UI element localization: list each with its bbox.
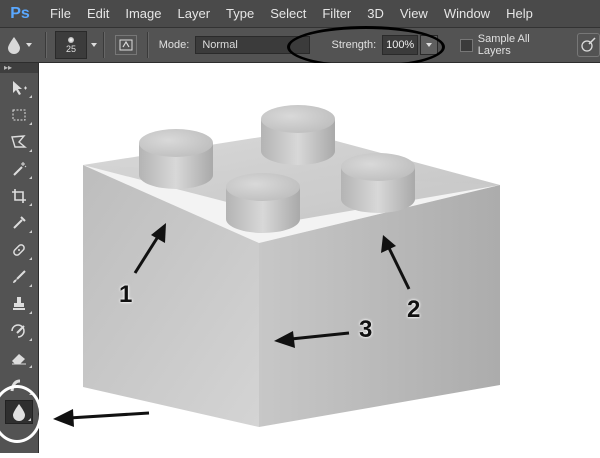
strength-highlight-oval: [287, 26, 445, 68]
tool-group-indicator: [29, 95, 32, 98]
sample-all-layers-checkbox[interactable]: [460, 38, 473, 52]
menu-select[interactable]: Select: [262, 0, 314, 27]
healing-brush-icon[interactable]: [5, 238, 33, 262]
step-label-2: 2: [407, 296, 421, 323]
chevron-down-icon: [26, 43, 33, 47]
menu-file[interactable]: File: [42, 0, 79, 27]
document-canvas[interactable]: 1 2 3: [39, 63, 600, 453]
divider: [146, 32, 149, 58]
brush-tool-icon[interactable]: [5, 265, 33, 289]
step-label-1: 1: [119, 281, 133, 308]
tool-group-indicator: [29, 257, 32, 260]
stud: [261, 105, 335, 165]
stud: [341, 153, 415, 213]
eraser-icon[interactable]: [5, 346, 33, 370]
tool-group-indicator: [29, 284, 32, 287]
chevron-down-icon[interactable]: [91, 43, 98, 47]
tool-group-indicator: [29, 230, 32, 233]
lasso-tool-icon[interactable]: [5, 130, 33, 154]
brush-panel-toggle[interactable]: [115, 35, 137, 55]
tool-group-indicator: [29, 149, 32, 152]
step-label-3: 3: [359, 316, 373, 343]
tool-group-indicator: [29, 311, 32, 314]
menu-type[interactable]: Type: [218, 0, 262, 27]
mode-label: Mode:: [158, 39, 190, 51]
tool-group-indicator: [29, 338, 32, 341]
blur-drop-icon: [8, 37, 21, 54]
menu-3d[interactable]: 3D: [359, 0, 392, 27]
lego-brick-illustration: [53, 105, 500, 427]
stud: [226, 173, 300, 233]
arrow-blur-tool: [53, 409, 150, 427]
photoshop-logo: Ps: [10, 4, 30, 22]
move-tool-icon[interactable]: [5, 76, 33, 100]
brush-size: 25: [66, 43, 77, 54]
stud: [139, 129, 213, 189]
eyedropper-icon[interactable]: [5, 211, 33, 235]
menu-edit[interactable]: Edit: [79, 0, 117, 27]
divider: [103, 32, 106, 58]
menu-window[interactable]: Window: [436, 0, 498, 27]
tools-panel-collapse[interactable]: ▸▸: [0, 63, 38, 73]
marquee-tool-icon[interactable]: [5, 103, 33, 127]
history-brush-icon[interactable]: [5, 319, 33, 343]
pen-pressure-icon: [581, 37, 596, 52]
tool-group-indicator: [29, 203, 32, 206]
magic-wand-icon[interactable]: [5, 157, 33, 181]
tool-preset-picker[interactable]: [0, 32, 39, 58]
clone-stamp-icon[interactable]: [5, 292, 33, 316]
brush-panel-icon: [119, 39, 133, 51]
crop-tool-icon[interactable]: [5, 184, 33, 208]
tool-group-indicator: [29, 122, 32, 125]
menu-filter[interactable]: Filter: [314, 0, 359, 27]
tool-group-indicator: [29, 176, 32, 179]
menu-layer[interactable]: Layer: [170, 0, 219, 27]
brush-tip-icon: [68, 36, 75, 43]
pressure-for-size-button[interactable]: [576, 33, 600, 57]
menu-bar: Ps File Edit Image Layer Type Select Fil…: [0, 0, 600, 28]
sample-all-layers-label: Sample All Layers: [477, 33, 530, 57]
menu-help[interactable]: Help: [498, 0, 541, 27]
divider: [44, 32, 47, 58]
brush-preset-picker[interactable]: 25: [54, 31, 88, 59]
menu-image[interactable]: Image: [117, 0, 169, 27]
menu-view[interactable]: View: [392, 0, 436, 27]
tool-group-indicator: [29, 365, 32, 368]
